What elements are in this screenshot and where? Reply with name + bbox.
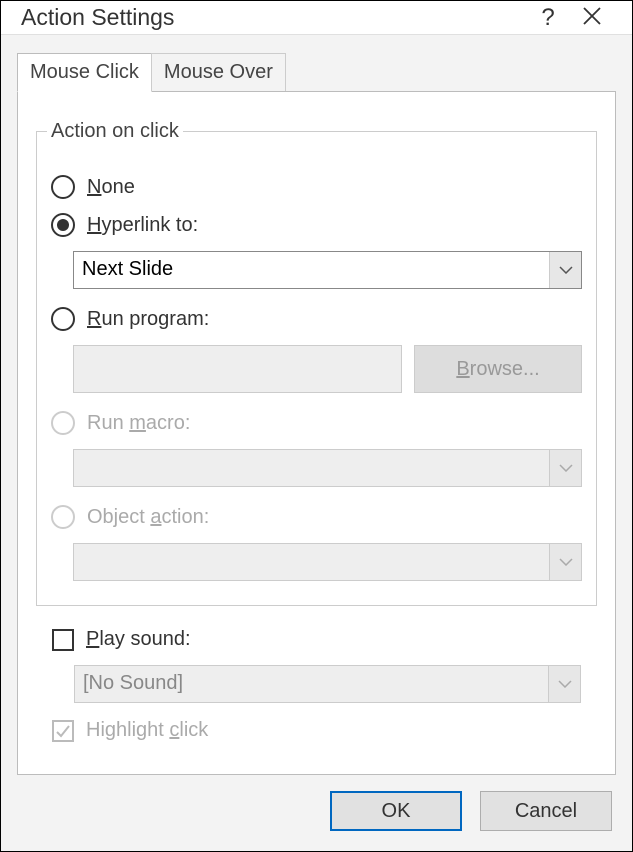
option-run-program-row[interactable]: Run program: [51,307,582,331]
radio-hyperlink[interactable] [51,213,75,237]
play-sound-label: Play sound: [86,628,191,651]
radio-run-program[interactable] [51,307,75,331]
browse-button: Browse... [414,345,582,393]
play-sound-row[interactable]: Play sound: [52,628,581,651]
run-program-input [73,345,402,393]
tab-panel-mouse-click: Action on click None Hyperlink to: Next … [17,91,616,775]
cancel-button[interactable]: Cancel [480,791,612,831]
hyperlink-select[interactable]: Next Slide [73,251,582,289]
below-group: Play sound: [No Sound] Highlight click [36,606,597,742]
object-action-select-value [74,544,549,580]
action-settings-dialog: Action Settings ? Mouse Click Mouse Over… [0,0,633,852]
option-run-program-label: Run program: [87,308,209,331]
sound-select: [No Sound] [74,665,581,703]
checkbox-highlight-click [52,720,74,742]
highlight-click-label: Highlight click [86,719,208,742]
sound-select-value: [No Sound] [75,666,548,702]
close-icon[interactable] [570,4,614,32]
object-action-select [73,543,582,581]
run-macro-select [73,449,582,487]
tab-mouse-over[interactable]: Mouse Over [151,53,286,91]
highlight-click-row: Highlight click [52,719,581,742]
option-object-action-label: Object action: [87,506,209,529]
hyperlink-select-wrap: Next Slide [73,251,582,289]
option-hyperlink-row[interactable]: Hyperlink to: [51,213,582,237]
help-icon[interactable]: ? [526,4,570,32]
chevron-down-icon[interactable] [549,252,581,288]
chevron-down-icon [548,666,580,702]
object-action-select-wrap [73,543,582,581]
radio-none[interactable] [51,175,75,199]
option-run-macro-label: Run macro: [87,412,190,435]
option-hyperlink-label: Hyperlink to: [87,214,198,237]
group-legend: Action on click [47,120,183,143]
tabstrip: Mouse Click Mouse Over [17,53,616,91]
run-macro-select-value [74,450,549,486]
option-none-row[interactable]: None [51,175,582,199]
tab-mouse-click[interactable]: Mouse Click [17,53,152,92]
option-none-label: None [87,176,135,199]
radio-object-action [51,505,75,529]
checkbox-play-sound[interactable] [52,629,74,651]
option-object-action-row: Object action: [51,505,582,529]
run-macro-select-wrap [73,449,582,487]
run-program-controls: Browse... [73,345,582,393]
dialog-body: Mouse Click Mouse Over Action on click N… [1,35,632,775]
titlebar: Action Settings ? [1,1,632,35]
chevron-down-icon [549,450,581,486]
option-run-macro-row: Run macro: [51,411,582,435]
chevron-down-icon [549,544,581,580]
radio-run-macro [51,411,75,435]
ok-button[interactable]: OK [330,791,462,831]
dialog-title: Action Settings [21,4,526,31]
action-on-click-group: Action on click None Hyperlink to: Next … [36,120,597,606]
sound-select-wrap: [No Sound] [74,665,581,703]
dialog-footer: OK Cancel [1,775,632,851]
hyperlink-select-value: Next Slide [74,252,549,288]
